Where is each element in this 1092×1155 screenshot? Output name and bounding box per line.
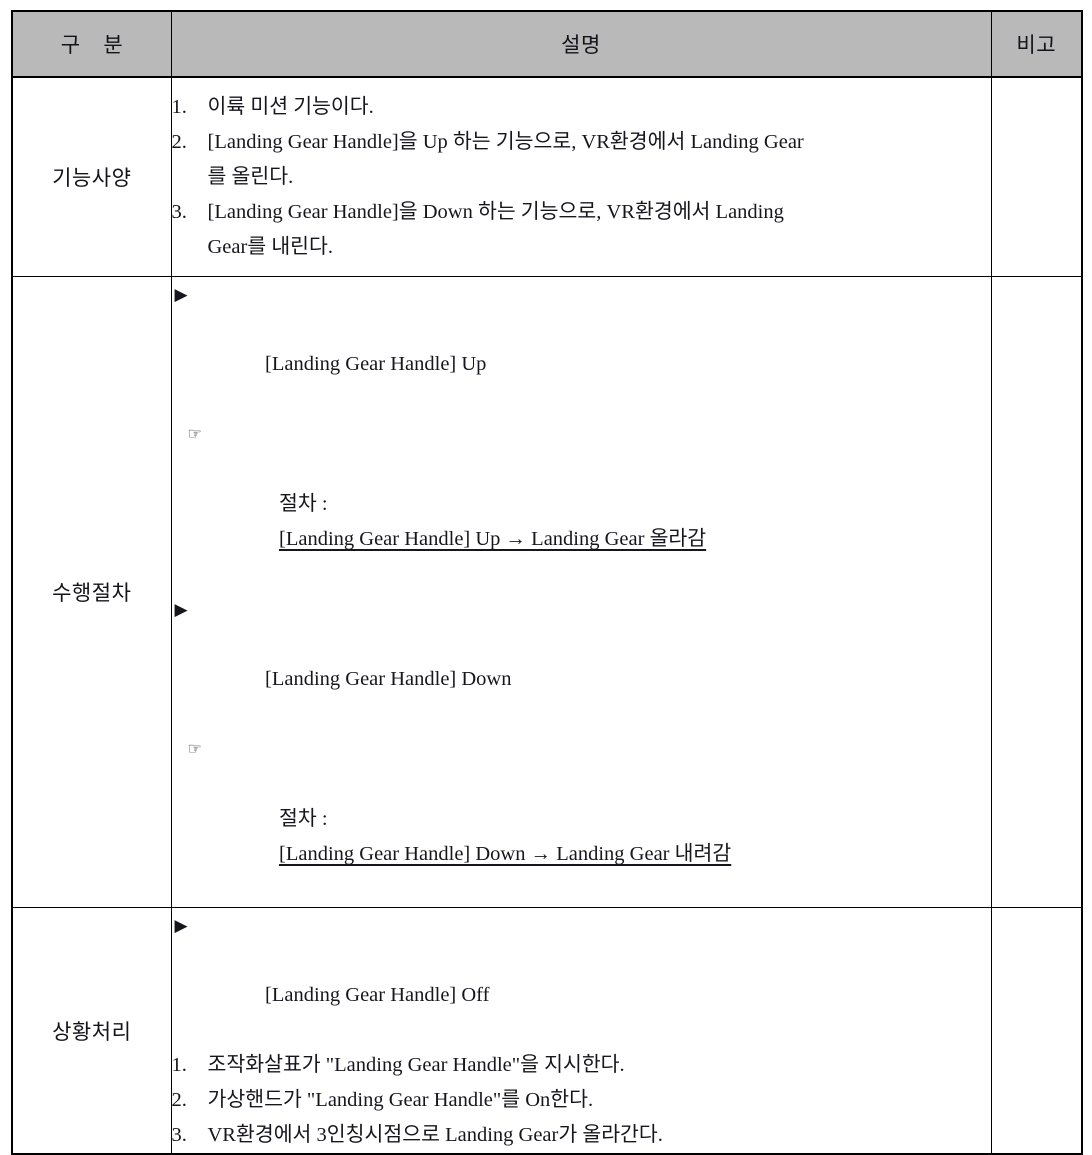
list-marker: 2.: [171, 130, 187, 153]
header-row: 구 분 설명 비고: [11, 10, 1083, 78]
procedure-item: ☞ 절차 : [Landing Gear Handle] Down → Land…: [172, 732, 991, 907]
list-item: 3. [Landing Gear Handle]을 Down 하는 기능으로, …: [172, 195, 991, 265]
row-label-situation-handling: 상황처리: [11, 907, 172, 1155]
row-description-procedure: ▶ [Landing Gear Handle] Up ☞ 절차 : [Landi…: [170, 276, 992, 908]
column-header-remark: 비고: [990, 10, 1083, 78]
row-description-function-spec: 1. 이륙 미션 기능이다. 2. [Landing Gear Handle]을…: [170, 76, 992, 277]
list-text: [Landing Gear Handle]을 Up 하는 기능으로, VR환경에…: [207, 130, 804, 153]
row-label-procedure: 수행절차: [11, 276, 172, 908]
table-row: 기능사양 1. 이륙 미션 기능이다. 2. [Landing Gear Han…: [11, 76, 1083, 277]
procedure-value: [Landing Gear Handle] Down → Landing Gea…: [279, 843, 732, 865]
column-header-label: 구 분: [11, 10, 172, 78]
row-remark-function-spec: [990, 76, 1083, 277]
list-text: 이륙 미션 기능이다.: [207, 95, 374, 118]
triangle-bullet-icon: ▶: [174, 916, 188, 935]
row-description-situation-handling: ▶ [Landing Gear Handle] Off 1. 조작화살표가 "L…: [170, 907, 992, 1155]
bullet-item: ▶ [Landing Gear Handle] Up: [172, 277, 991, 417]
triangle-bullet-icon: ▶: [174, 285, 188, 304]
pointing-hand-icon: ☞: [187, 426, 202, 443]
list-marker: 3.: [171, 200, 187, 223]
list-text-continuation: 를 올린다.: [207, 165, 294, 188]
list-item: 1. 이륙 미션 기능이다.: [172, 90, 991, 125]
row-label-function-spec: 기능사양: [11, 76, 172, 277]
procedure-item: ☞ 절차 : [Landing Gear Handle] Up → Landin…: [172, 417, 991, 592]
procedure-label: 절차 :: [279, 493, 333, 515]
list-item: 3. VR환경에서 3인칭시점으로 Landing Gear가 올라간다.: [172, 1118, 991, 1153]
list-marker: 2.: [171, 1089, 187, 1111]
list-text: 조작화살표가 "Landing Gear Handle"을 지시한다.: [207, 1054, 625, 1076]
procedure-label: 절차 :: [279, 808, 333, 830]
row-remark-situation-handling: [990, 907, 1083, 1155]
column-header-description: 설명: [170, 10, 992, 78]
list-text: 가상핸드가 "Landing Gear Handle"를 On한다.: [207, 1089, 594, 1111]
list-item: 1. 조작화살표가 "Landing Gear Handle"을 지시한다.: [172, 1048, 991, 1083]
list-item: 2. 가상핸드가 "Landing Gear Handle"를 On한다.: [172, 1083, 991, 1118]
procedure-value: [Landing Gear Handle] Up → Landing Gear …: [279, 528, 707, 550]
table-row: 수행절차 ▶ [Landing Gear Handle] Up ☞ 절차 : […: [11, 276, 1083, 908]
list-text: VR환경에서 3인칭시점으로 Landing Gear가 올라간다.: [207, 1124, 663, 1146]
bullet-item: ▶ [Landing Gear Handle] Off: [172, 908, 991, 1048]
column-header-label-text: 구 분: [60, 33, 132, 57]
list-marker: 1.: [171, 95, 187, 118]
table-row: 상황처리 ▶ [Landing Gear Handle] Off 1. 조작화살…: [11, 907, 1083, 1155]
triangle-bullet-icon: ▶: [174, 600, 188, 619]
bullet-text: [Landing Gear Handle] Up: [265, 353, 487, 375]
row-remark-procedure: [990, 276, 1083, 908]
table-header: 구 분 설명 비고: [11, 10, 1083, 78]
list-item: 2. [Landing Gear Handle]을 Up 하는 기능으로, VR…: [172, 125, 991, 195]
list-text: [Landing Gear Handle]을 Down 하는 기능으로, VR환…: [207, 200, 784, 223]
table-body: 기능사양 1. 이륙 미션 기능이다. 2. [Landing Gear Han…: [11, 76, 1083, 1155]
document-page: 구 분 설명 비고 기능사양 1. 이륙 미션 기능이다. 2. [Landin…: [0, 0, 1092, 1155]
bullet-text: [Landing Gear Handle] Off: [265, 984, 490, 1006]
list-marker: 3.: [171, 1124, 187, 1146]
column-header-remark-text: 비고: [1016, 33, 1057, 57]
list-text-continuation: Gear를 내린다.: [207, 235, 334, 258]
bullet-text: [Landing Gear Handle] Down: [265, 668, 512, 690]
bullet-item: ▶ [Landing Gear Handle] Down: [172, 592, 991, 732]
list-marker: 1.: [171, 1054, 187, 1076]
pointing-hand-icon: ☞: [187, 741, 202, 758]
column-header-description-text: 설명: [561, 33, 601, 57]
specification-table: 구 분 설명 비고 기능사양 1. 이륙 미션 기능이다. 2. [Landin…: [11, 10, 1083, 1155]
